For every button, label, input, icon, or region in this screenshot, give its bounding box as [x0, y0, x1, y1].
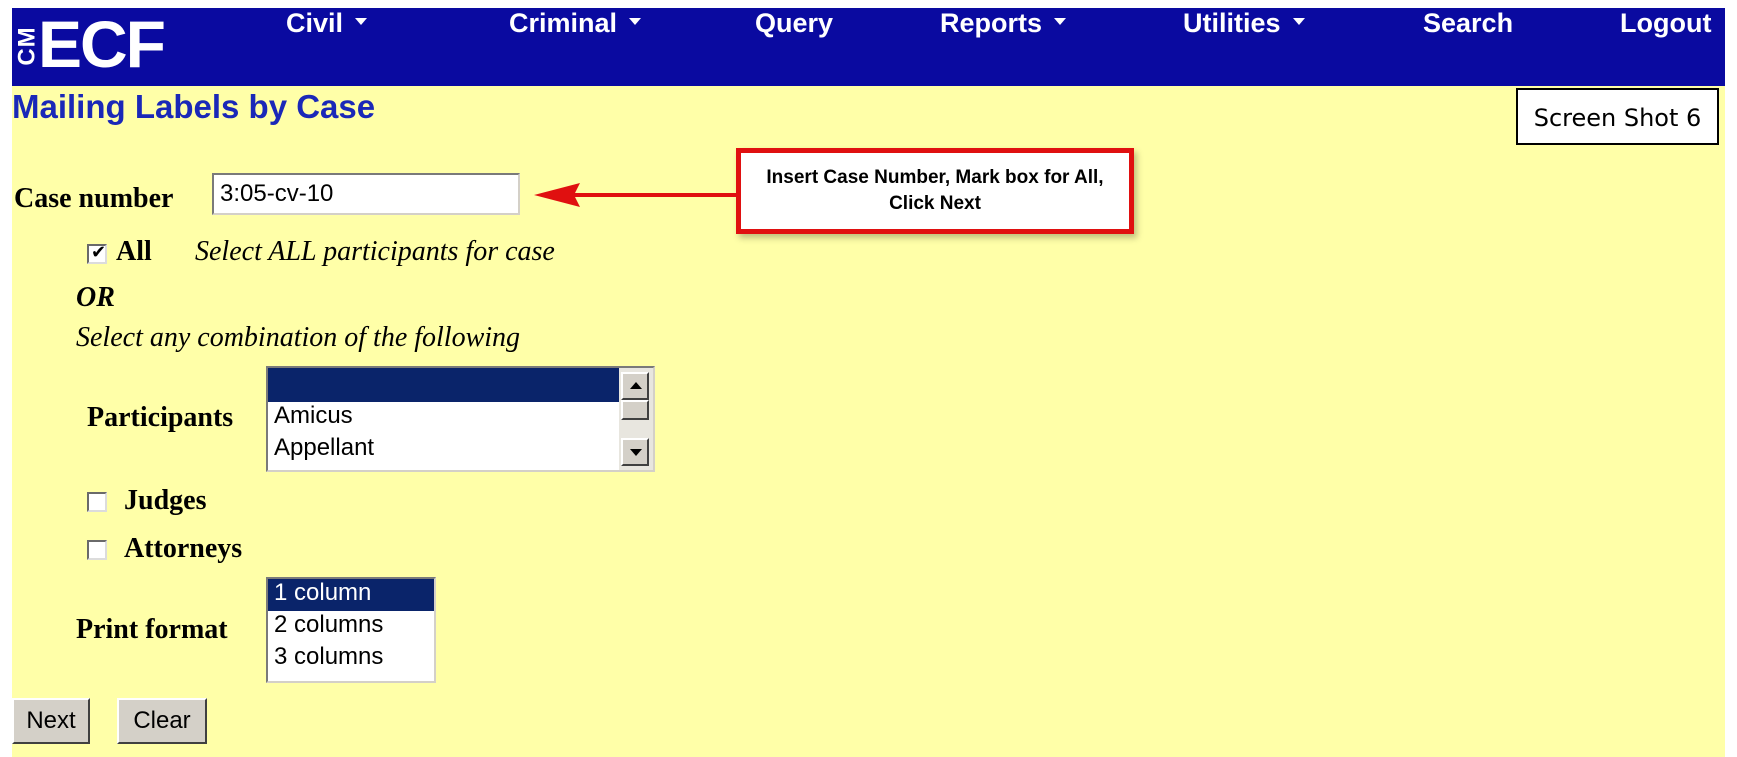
list-item[interactable]: Amicus	[268, 402, 653, 434]
participants-listbox[interactable]: Amicus Appellant	[266, 366, 655, 472]
nav-criminal-label: Criminal	[509, 8, 618, 38]
chevron-down-icon	[629, 18, 642, 26]
list-item[interactable]: Appellant	[268, 434, 653, 466]
nav-search[interactable]: Search	[1423, 8, 1513, 86]
nav-criminal[interactable]: Criminal	[509, 8, 642, 86]
instruction-callout: Insert Case Number, Mark box for All, Cl…	[736, 148, 1134, 234]
all-checkbox[interactable]: ✔	[87, 242, 107, 264]
nav-logout[interactable]: Logout	[1620, 8, 1711, 86]
participants-label: Participants	[87, 402, 234, 433]
scroll-down-button[interactable]	[621, 438, 649, 466]
scroll-up-button[interactable]	[621, 372, 649, 400]
judges-checkbox[interactable]	[87, 492, 107, 512]
cmecf-logo: CM ECF	[12, 7, 202, 86]
list-item[interactable]: 3 columns	[268, 643, 434, 675]
all-label: All	[116, 236, 152, 267]
list-item[interactable]: 1 column	[268, 579, 434, 611]
print-format-label: Print format	[76, 614, 228, 645]
nav-query[interactable]: Query	[755, 8, 833, 86]
nav-civil-label: Civil	[286, 8, 344, 38]
combination-label: Select any combination of the following	[76, 322, 521, 353]
checkmark-icon: ✔	[91, 242, 107, 263]
case-number-label: Case number	[14, 183, 174, 214]
chevron-down-icon	[355, 18, 368, 26]
all-description: Select ALL participants for case	[195, 236, 555, 267]
attorneys-checkbox[interactable]	[87, 540, 107, 560]
arrow-icon	[534, 183, 736, 207]
logo-ecf-text: ECF	[38, 7, 166, 81]
list-item[interactable]	[268, 368, 619, 402]
nav-query-label: Query	[755, 8, 834, 38]
print-format-listbox[interactable]: 1 column 2 columns 3 columns	[266, 577, 436, 683]
judges-label: Judges	[124, 485, 207, 516]
chevron-down-icon	[1054, 18, 1067, 26]
list-item[interactable]: 2 columns	[268, 611, 434, 643]
page-title: Mailing Labels by Case	[12, 88, 376, 125]
scroll-thumb[interactable]	[621, 400, 649, 420]
nav-reports[interactable]: Reports	[940, 8, 1067, 86]
top-navbar: CM ECF Civil Criminal Query Reports Util…	[12, 7, 1725, 86]
clear-button[interactable]: Clear	[117, 698, 207, 744]
participants-scrollbar[interactable]	[619, 368, 653, 470]
nav-reports-label: Reports	[940, 8, 1043, 38]
callout-text: Insert Case Number, Mark box for All, Cl…	[766, 167, 1104, 214]
or-label: OR	[76, 282, 115, 313]
screenshot-label: Screen Shot 6	[1516, 88, 1719, 145]
arrow-up-icon	[630, 382, 642, 389]
nav-logout-label: Logout	[1620, 8, 1712, 38]
nav-utilities[interactable]: Utilities	[1183, 8, 1305, 86]
nav-civil[interactable]: Civil	[286, 8, 368, 86]
next-button[interactable]: Next	[12, 698, 90, 744]
nav-utilities-label: Utilities	[1183, 8, 1281, 38]
case-number-input[interactable]	[212, 173, 520, 215]
attorneys-label: Attorneys	[124, 533, 243, 564]
nav-search-label: Search	[1423, 8, 1514, 38]
chevron-down-icon	[1292, 18, 1305, 26]
arrow-down-icon	[630, 449, 642, 456]
